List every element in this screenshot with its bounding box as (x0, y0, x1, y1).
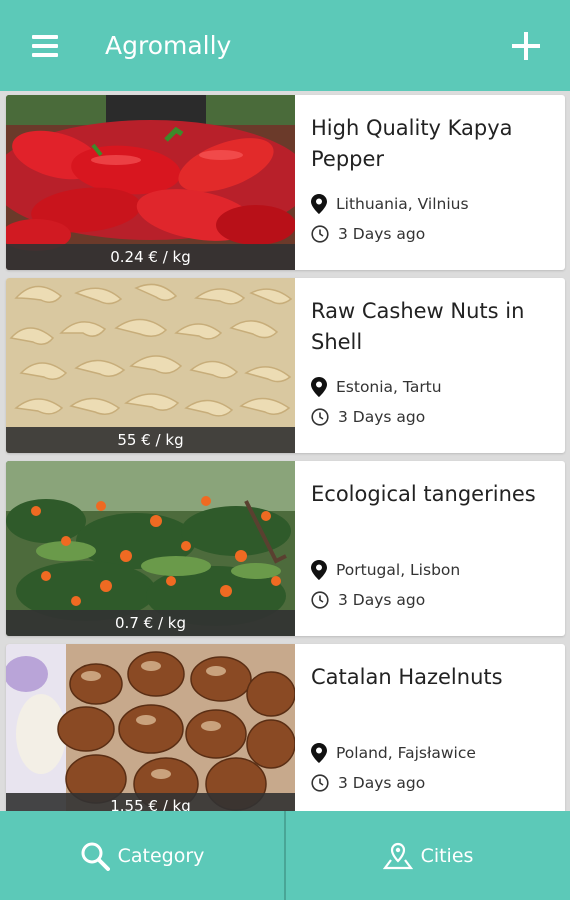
location-pin-icon (311, 377, 327, 397)
bottom-nav: Category Cities (0, 811, 570, 900)
listing-card[interactable]: 0.7 € / kg Ecological tangerines Portuga… (6, 461, 565, 636)
listing-card[interactable]: 55 € / kg Raw Cashew Nuts in Shell Eston… (6, 278, 565, 453)
listing-image: 55 € / kg (6, 278, 295, 453)
listing-title: Ecological tangerines (311, 482, 536, 506)
listing-posted: 3 Days ago (338, 225, 426, 243)
cities-label: Cities (420, 844, 474, 867)
add-listing-button[interactable] (512, 31, 540, 60)
listing-list[interactable]: 0.24 € / kg High Quality Kapya Pepper Li… (0, 91, 570, 811)
listing-posted: 3 Days ago (338, 774, 426, 792)
search-icon (81, 842, 110, 871)
app-bar: Agromally (0, 0, 570, 91)
clock-icon (311, 591, 329, 609)
location-pin-icon (311, 194, 327, 214)
listing-posted: 3 Days ago (338, 408, 426, 426)
price-label: 55 € / kg (6, 427, 295, 453)
map-location-icon (382, 842, 413, 869)
listing-posted: 3 Days ago (338, 591, 426, 609)
listing-card[interactable]: 0.24 € / kg High Quality Kapya Pepper Li… (6, 95, 565, 270)
listing-location: Lithuania, Vilnius (336, 195, 469, 213)
clock-icon (311, 408, 329, 426)
listing-location: Poland, Fajsławice (336, 744, 476, 762)
category-label: Category (117, 844, 205, 867)
price-label: 0.7 € / kg (6, 610, 295, 636)
price-label: 1.55 € / kg (6, 793, 295, 811)
location-pin-icon (311, 743, 327, 763)
listing-image: 1.55 € / kg (6, 644, 295, 811)
menu-icon[interactable] (32, 34, 58, 57)
category-tab[interactable]: Category (0, 811, 284, 900)
clock-icon (311, 225, 329, 243)
listing-image: 0.24 € / kg (6, 95, 295, 270)
listing-card[interactable]: 1.55 € / kg Catalan Hazelnuts Poland, Fa… (6, 644, 565, 811)
listing-title: Raw Cashew Nuts in Shell (311, 299, 525, 354)
listing-location: Estonia, Tartu (336, 378, 442, 396)
listing-title: Catalan Hazelnuts (311, 665, 503, 689)
listing-title: High Quality Kapya Pepper (311, 116, 513, 171)
location-pin-icon (311, 560, 327, 580)
listing-image: 0.7 € / kg (6, 461, 295, 636)
cities-tab[interactable]: Cities (286, 811, 570, 900)
clock-icon (311, 774, 329, 792)
price-label: 0.24 € / kg (6, 244, 295, 270)
listing-location: Portugal, Lisbon (336, 561, 461, 579)
app-title: Agromally (105, 31, 232, 60)
